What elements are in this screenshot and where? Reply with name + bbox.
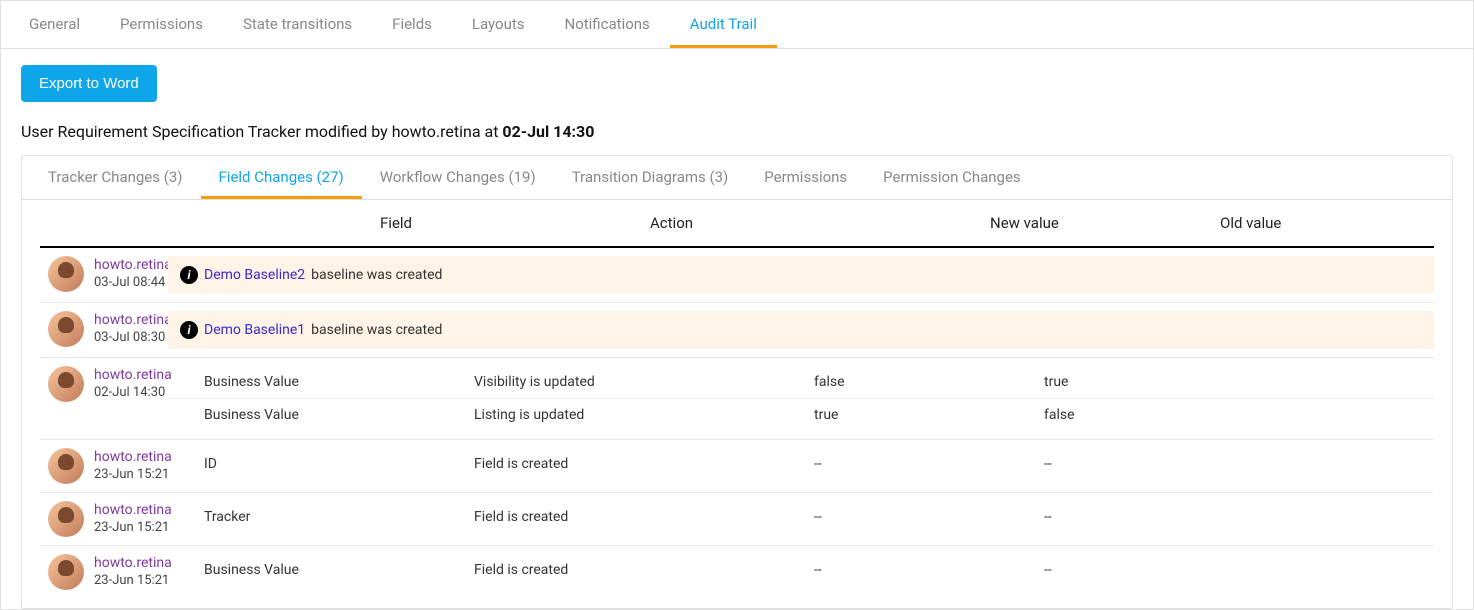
user-link[interactable]: howto.retina: [94, 502, 172, 520]
cell-old-value: --: [1044, 509, 1434, 525]
cell-old-value: true: [1044, 374, 1434, 390]
user-link[interactable]: howto.retina: [94, 367, 172, 385]
changes-wrap: TrackerField is created----: [168, 493, 1434, 541]
col-field: Field: [380, 214, 650, 232]
audit-summary: User Requirement Specification Tracker m…: [21, 122, 1453, 141]
sub-tab-field-changes-27[interactable]: Field Changes (27): [201, 156, 362, 199]
cell-field: ID: [204, 456, 474, 472]
sub-tab-workflow-changes-19[interactable]: Workflow Changes (19): [362, 156, 554, 199]
info-icon: i: [180, 321, 198, 339]
cell-new-value: --: [814, 509, 1044, 525]
timestamp: 03-Jul 08:44: [94, 275, 172, 291]
sub-tab-tracker-changes-3[interactable]: Tracker Changes (3): [30, 156, 201, 199]
info-icon: i: [180, 266, 198, 284]
change-line: Business ValueField is created----: [168, 554, 1434, 586]
cell-old-value: --: [1044, 562, 1434, 578]
top-tab-notifications[interactable]: Notifications: [545, 1, 670, 48]
user-cell: howto.retina03-Jul 08:30: [40, 303, 168, 355]
change-line: Business ValueVisibility is updatedfalse…: [168, 366, 1434, 398]
avatar: [48, 256, 84, 292]
cell-action: Field is created: [474, 456, 814, 472]
timestamp: 02-Jul 14:30: [94, 385, 172, 401]
sub-tab-permission-changes[interactable]: Permission Changes: [865, 156, 1038, 199]
summary-time: 02-Jul 14:30: [502, 122, 594, 141]
timestamp: 23-Jun 15:21: [94, 520, 172, 536]
cell-new-value: true: [814, 407, 1044, 423]
avatar: [48, 501, 84, 537]
table-body: howto.retina03-Jul 08:44iDemo Baseline2 …: [40, 248, 1434, 598]
table-row: howto.retina03-Jul 08:44i Demo Baseline2 …: [40, 248, 1434, 303]
top-tab-general[interactable]: General: [9, 1, 100, 48]
cell-new-value: --: [814, 456, 1044, 472]
table-row: howto.retina23-Jun 15:21TrackerField is …: [40, 493, 1434, 546]
top-tabs: GeneralPermissionsState transitionsField…: [1, 1, 1473, 49]
cell-action: Listing is updated: [474, 407, 814, 423]
user-cell: howto.retina23-Jun 15:21: [40, 440, 168, 492]
cell-field: Business Value: [204, 562, 474, 578]
cell-field: Tracker: [204, 509, 474, 525]
table-header: Field Action New value Old value: [40, 200, 1434, 248]
timestamp: 23-Jun 15:21: [94, 573, 172, 589]
avatar: [48, 311, 84, 347]
table-row: howto.retina02-Jul 14:30Business ValueVi…: [40, 358, 1434, 440]
table-row: howto.retina23-Jun 15:21Business ValueFi…: [40, 546, 1434, 598]
cell-action: Field is created: [474, 562, 814, 578]
cell-old-value: --: [1044, 456, 1434, 472]
avatar: [48, 448, 84, 484]
changes-wrap: IDField is created----: [168, 440, 1434, 488]
cell-old-value: false: [1044, 407, 1434, 423]
avatar: [48, 366, 84, 402]
baseline-banner: i Demo Baseline2 baseline was created: [168, 256, 1434, 294]
cell-field: Business Value: [204, 407, 474, 423]
user-link[interactable]: howto.retina: [94, 449, 172, 467]
cell-new-value: --: [814, 562, 1044, 578]
col-new-value: New value: [990, 214, 1220, 232]
top-tab-layouts[interactable]: Layouts: [452, 1, 545, 48]
table-row: howto.retina23-Jun 15:21IDField is creat…: [40, 440, 1434, 493]
col-old-value: Old value: [1220, 214, 1434, 232]
top-tab-fields[interactable]: Fields: [372, 1, 452, 48]
user-link[interactable]: howto.retina: [94, 312, 172, 330]
avatar: [48, 554, 84, 590]
cell-new-value: false: [814, 374, 1044, 390]
user-cell: howto.retina23-Jun 15:21: [40, 546, 168, 598]
baseline-banner: i Demo Baseline1 baseline was created: [168, 311, 1434, 349]
user-link[interactable]: howto.retina: [94, 555, 172, 573]
user-cell: howto.retina23-Jun 15:21: [40, 493, 168, 545]
sub-tab-transition-diagrams-3[interactable]: Transition Diagrams (3): [554, 156, 747, 199]
change-line: Business ValueListing is updatedtruefals…: [168, 398, 1434, 431]
col-action: Action: [650, 214, 990, 232]
user-cell: howto.retina03-Jul 08:44: [40, 248, 168, 300]
top-tab-audit-trail[interactable]: Audit Trail: [670, 1, 777, 48]
timestamp: 23-Jun 15:21: [94, 467, 172, 483]
cell-field: Business Value: [204, 374, 474, 390]
change-line: TrackerField is created----: [168, 501, 1434, 533]
baseline-link[interactable]: Demo Baseline2: [204, 267, 305, 283]
user-link[interactable]: howto.retina: [94, 257, 172, 275]
baseline-text: baseline was created: [311, 267, 442, 283]
baseline-link[interactable]: Demo Baseline1: [204, 322, 305, 338]
sub-tab-permissions[interactable]: Permissions: [746, 156, 865, 199]
change-line: IDField is created----: [168, 448, 1434, 480]
export-to-word-button[interactable]: Export to Word: [21, 65, 157, 102]
cell-action: Visibility is updated: [474, 374, 814, 390]
summary-text: User Requirement Specification Tracker m…: [21, 122, 502, 141]
table-row: howto.retina03-Jul 08:30i Demo Baseline1 …: [40, 303, 1434, 358]
user-cell: howto.retina02-Jul 14:30: [40, 358, 168, 410]
changes-wrap: Business ValueVisibility is updatedfalse…: [168, 358, 1434, 439]
timestamp: 03-Jul 08:30: [94, 330, 172, 346]
top-tab-permissions[interactable]: Permissions: [100, 1, 223, 48]
sub-tabs: Tracker Changes (3)Field Changes (27)Wor…: [22, 156, 1452, 200]
top-tab-state-transitions[interactable]: State transitions: [223, 1, 372, 48]
cell-action: Field is created: [474, 509, 814, 525]
baseline-text: baseline was created: [311, 322, 442, 338]
